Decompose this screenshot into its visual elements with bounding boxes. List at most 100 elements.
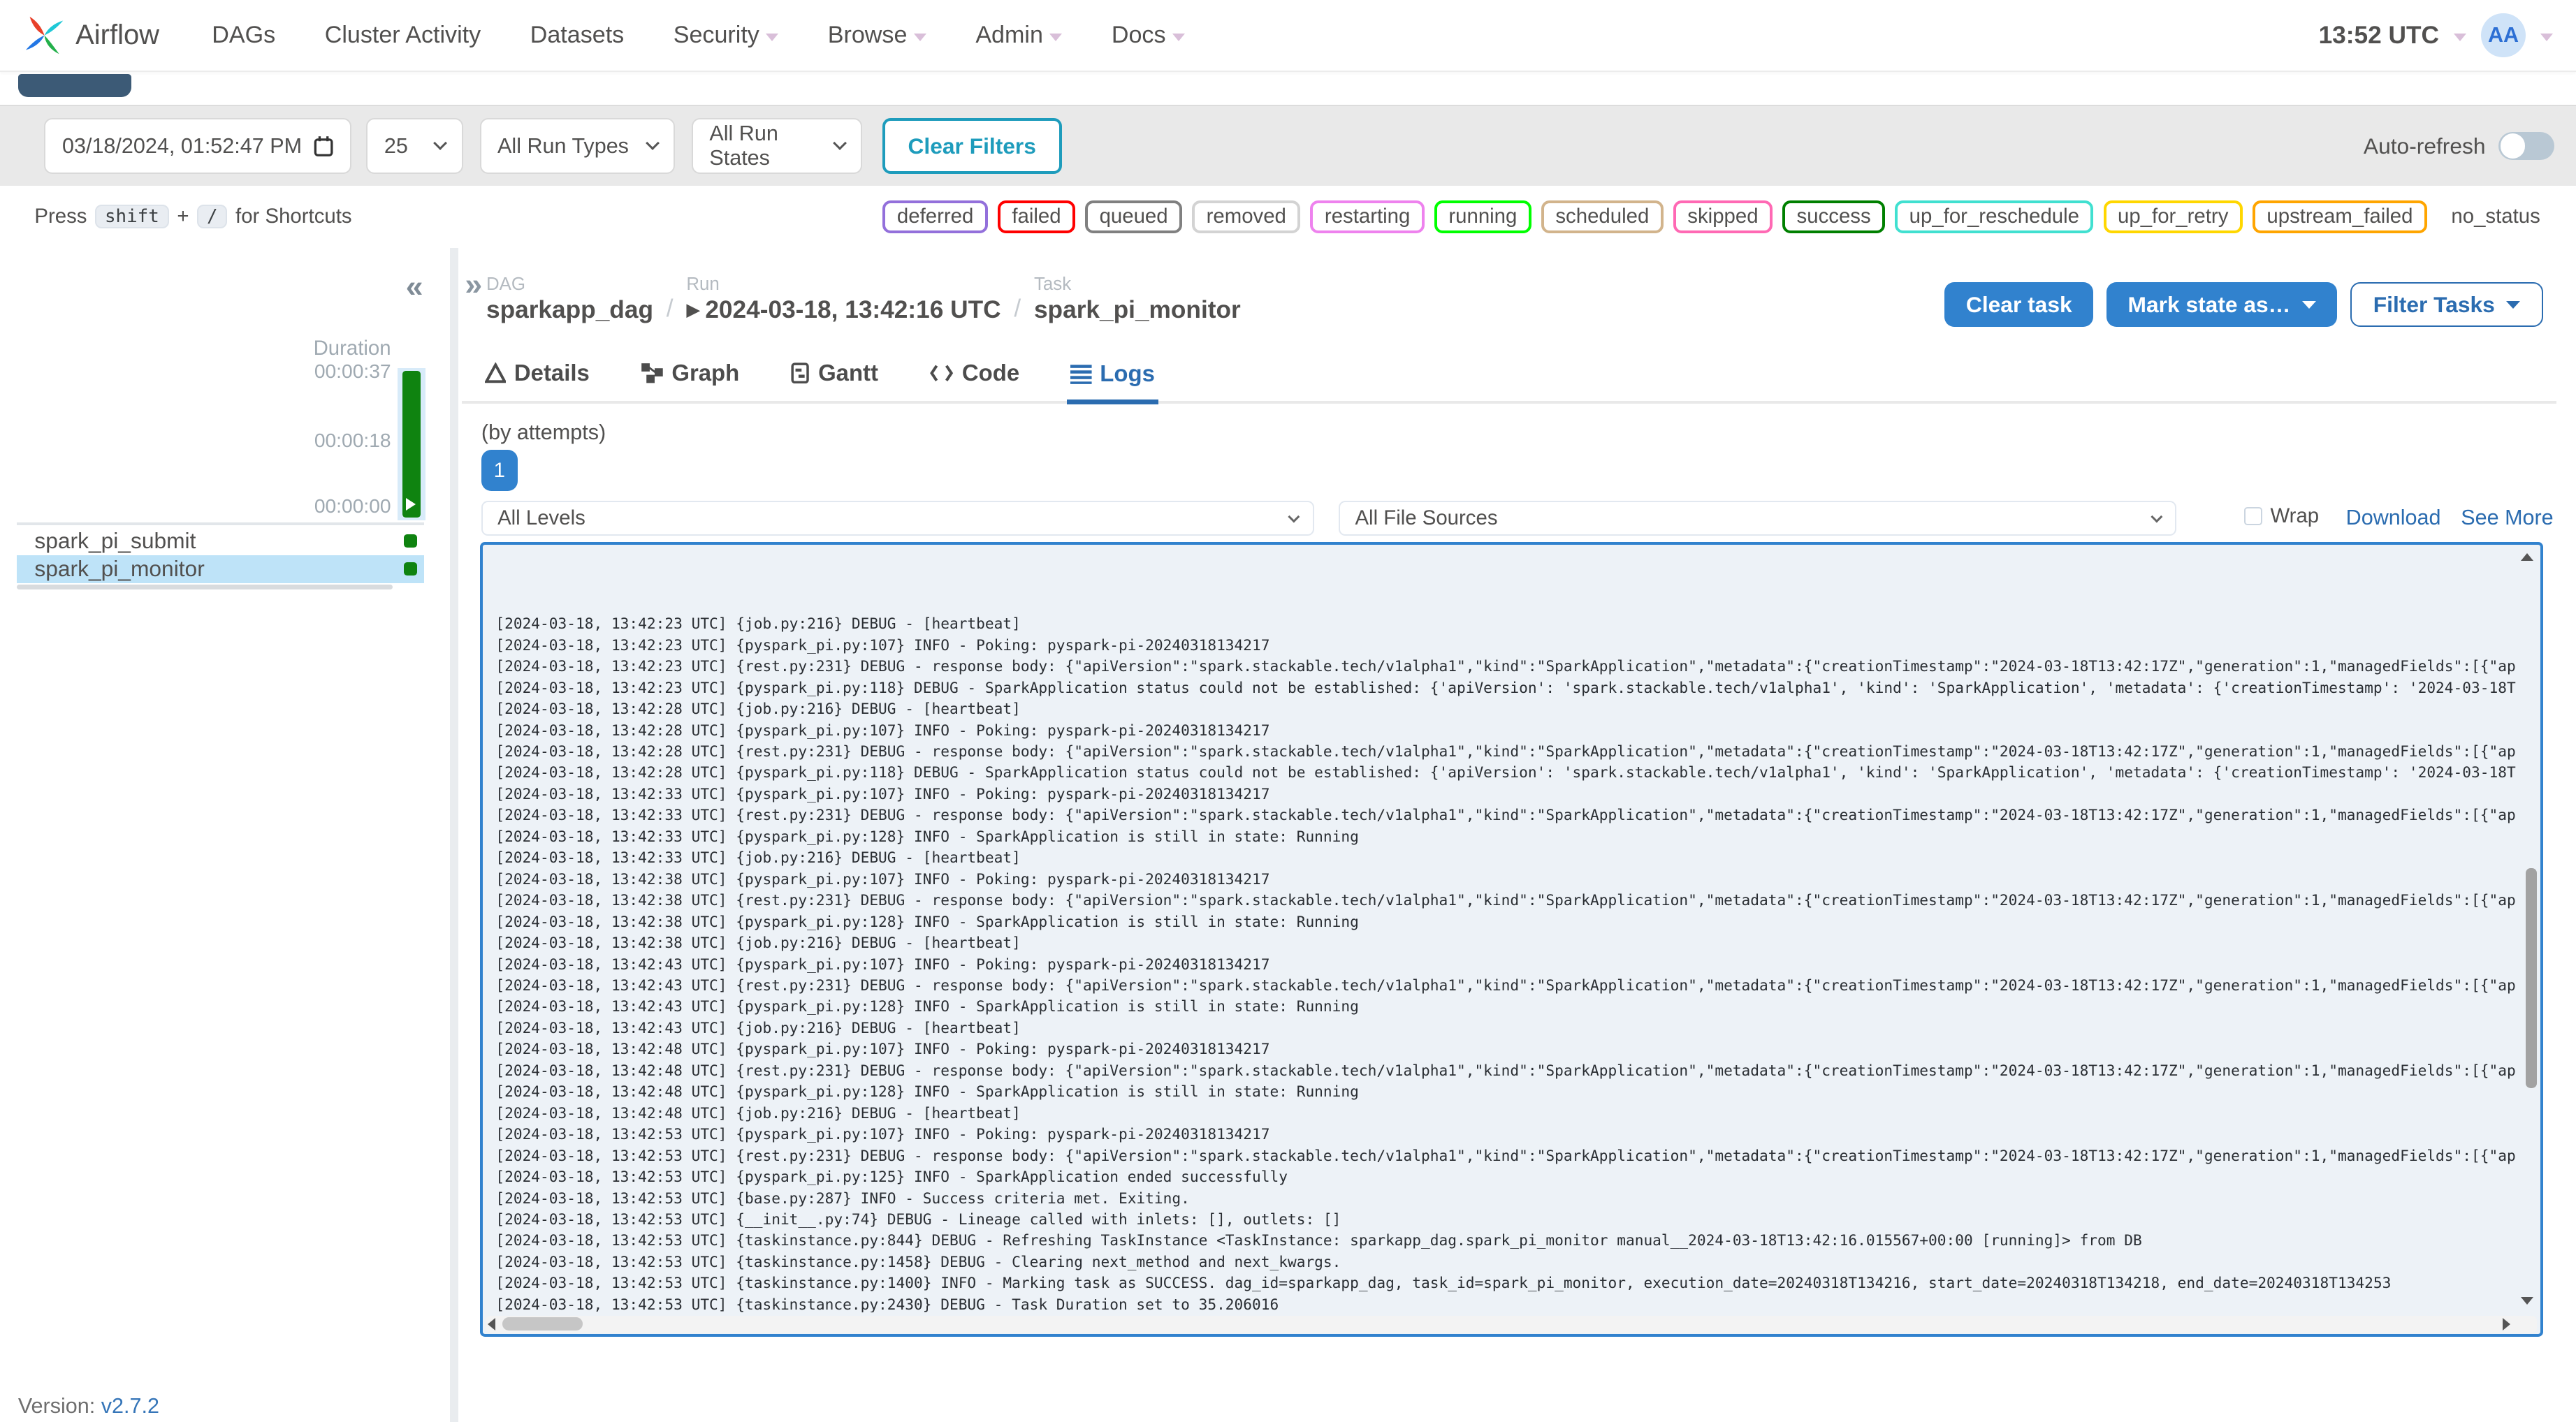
scroll-left-arrow-icon[interactable] [488,1318,495,1331]
clock[interactable]: 13:52 UTC [2319,22,2439,50]
log-line: [2024-03-18, 13:42:23 UTC] {pyspark_pi.p… [495,636,1270,654]
scroll-up-arrow-icon[interactable] [2521,553,2534,561]
nav-item[interactable]: Admin [975,22,1063,49]
tab-logs[interactable]: Logs [1067,350,1158,404]
state-badge[interactable]: running [1434,200,1531,233]
nav-item[interactable]: Cluster Activity [325,22,481,49]
nav-item-label: Browse [827,22,908,49]
mark-state-button[interactable]: Mark state as… [2106,282,2338,327]
state-badge[interactable]: skipped [1673,200,1773,233]
task-state-success-icon[interactable] [404,562,418,576]
state-badge[interactable]: no_status [2436,200,2555,233]
clear-task-button[interactable]: Clear task [1944,282,2094,327]
dag-value[interactable]: sparkapp_dag [486,296,653,324]
task-list-divider [16,522,424,526]
run-label: Run [686,274,720,294]
tab-graph[interactable]: Graph [637,350,743,401]
task-state-success-icon[interactable] [404,534,418,548]
version-line: Version: v2.7.2 [18,1394,159,1419]
log-line: [2024-03-18, 13:42:33 UTC] {pyspark_pi.p… [495,784,1270,802]
breadcrumb-run[interactable]: Run ▶ 2024-03-18, 13:42:16 UTC [686,274,1000,324]
attempt-1-button[interactable]: 1 [481,450,518,492]
avatar[interactable]: AA [2481,13,2526,58]
horizontal-scrollbar[interactable] [486,1316,2538,1333]
tab-gantt[interactable]: Gantt [787,350,881,401]
state-badge[interactable]: restarting [1310,200,1425,233]
breadcrumb-task[interactable]: Task spark_pi_monitor [1034,274,1241,324]
nav-item[interactable]: Browse [828,22,926,49]
clock-caret-down-icon[interactable] [2454,33,2467,41]
wrap-checkbox[interactable] [2243,506,2262,525]
navbar: Airflow DAGs Cluster Activity Datasets S… [0,0,2576,73]
run-duration-column[interactable] [398,367,425,521]
user-caret-down-icon[interactable] [2540,33,2553,41]
breadcrumb-dag[interactable]: DAG sparkapp_dag [486,274,653,324]
auto-refresh-toggle[interactable] [2498,132,2555,161]
run-types-value: All Run Types [497,133,629,158]
task-list-scrollbar[interactable] [16,585,393,590]
run-date-input[interactable]: 03/18/2024, 01:52:47 PM [44,118,352,175]
nav-item[interactable]: Datasets [530,22,624,49]
log-line: [2024-03-18, 13:42:48 UTC] {job.py:216} … [495,1104,1021,1122]
dag-label: DAG [486,274,526,294]
version-link[interactable]: v2.7.2 [101,1394,159,1418]
state-badge[interactable]: up_for_reschedule [1895,200,2094,233]
log-panel[interactable]: [2024-03-18, 13:42:23 UTC] {job.py:216} … [479,541,2543,1337]
run-types-select[interactable]: All Run Types [479,118,676,175]
run-duration-bar[interactable] [402,371,421,518]
collapse-sidebar-icon[interactable]: « [406,270,423,305]
state-badge[interactable]: queued [1085,200,1183,233]
nav-item-label: DAGs [212,22,276,49]
state-badge[interactable]: deferred [882,200,988,233]
state-legend: deferred failed queued removed restarting run… [882,200,2555,233]
task-row[interactable]: spark_pi_monitor [16,555,424,583]
horizontal-scrollbar-thumb[interactable] [502,1317,583,1331]
sidebar-splitter[interactable] [450,248,458,1422]
tab-code[interactable]: Code [926,350,1023,401]
log-line: [2024-03-18, 13:42:48 UTC] {pyspark_pi.p… [495,1083,1359,1101]
run-value[interactable]: 2024-03-18, 13:42:16 UTC [705,296,1000,324]
manual-run-play-icon: ▶ [686,299,701,321]
nav-items: DAGs Cluster Activity Datasets Security … [212,22,1234,49]
graph-icon [641,362,663,383]
expand-panel-icon[interactable]: » [465,267,482,302]
task-value[interactable]: spark_pi_monitor [1034,296,1241,324]
scroll-down-arrow-icon[interactable] [2521,1296,2534,1305]
filter-tasks-button[interactable]: Filter Tasks [2350,282,2543,327]
run-states-select[interactable]: All Run States [691,118,863,175]
see-more-link[interactable]: See More [2461,506,2553,530]
state-badge[interactable]: failed [997,200,1076,233]
brand[interactable]: Airflow [23,14,159,57]
nav-item[interactable]: DAGs [212,22,275,49]
state-badge[interactable]: removed [1192,200,1301,233]
wrap-control[interactable]: Wrap [2243,504,2319,528]
state-badge[interactable]: scheduled [1541,200,1664,233]
log-levels-select[interactable]: All Levels [481,501,1314,536]
download-link[interactable]: Download [2346,506,2441,530]
caret-down-icon [1172,33,1185,41]
log-line: [2024-03-18, 13:42:28 UTC] {pyspark_pi.p… [495,721,1270,739]
log-sources-select[interactable]: All File Sources [1339,501,2177,536]
caret-down-icon [2506,300,2521,309]
task-name: spark_pi_submit [34,528,196,554]
nav-item[interactable]: Security [674,22,779,49]
scroll-right-arrow-icon[interactable] [2503,1318,2510,1331]
log-line: [2024-03-18, 13:42:48 UTC] {pyspark_pi.p… [495,1040,1270,1058]
page-size-select[interactable]: 25 [366,118,464,175]
nav-item-label: Security [673,22,759,49]
log-line: [2024-03-18, 13:42:48 UTC] {rest.py:231}… [495,1061,2516,1079]
state-badge[interactable]: upstream_failed [2252,200,2427,233]
state-badge[interactable]: up_for_retry [2103,200,2243,233]
nav-item-label: Docs [1111,22,1166,49]
log-line: [2024-03-18, 13:42:28 UTC] {job.py:216} … [495,700,1021,718]
task-row[interactable]: spark_pi_submit [17,527,424,555]
clear-filters-button[interactable]: Clear Filters [882,118,1062,175]
filter-bar: 03/18/2024, 01:52:47 PM 25 All Run Types… [0,105,2576,186]
scrolled-partial-pill [17,73,132,97]
vertical-scrollbar-thumb[interactable] [2525,868,2538,1089]
nav-item[interactable]: Docs [1112,22,1185,49]
chevron-down-icon [832,136,847,151]
tab-details[interactable]: Details [481,350,593,401]
log-line: [2024-03-18, 13:42:53 UTC] {rest.py:231}… [495,1146,2516,1164]
state-badge[interactable]: success [1782,200,1886,233]
